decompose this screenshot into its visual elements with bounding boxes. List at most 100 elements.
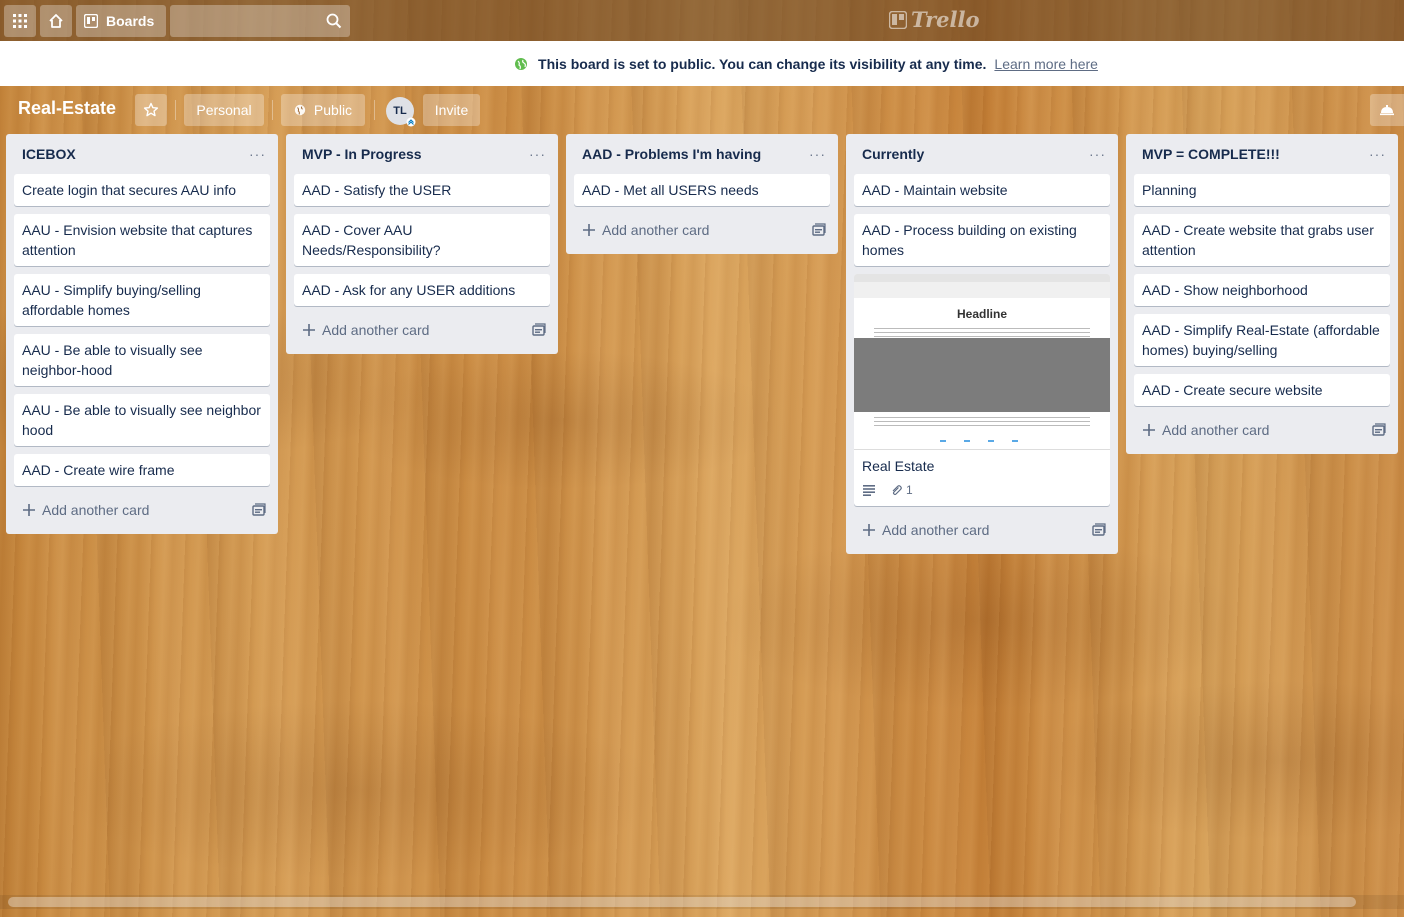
add-card-button[interactable]: Add another card	[862, 522, 989, 538]
add-card-row: Add another card	[1134, 414, 1390, 446]
home-button[interactable]	[40, 4, 72, 37]
list-title[interactable]: ICEBOX	[22, 146, 76, 162]
visibility-label: Public	[313, 102, 353, 118]
cover-footer-lines	[874, 417, 1090, 427]
add-card-button[interactable]: Add another card	[22, 502, 149, 518]
star-button[interactable]	[135, 94, 167, 126]
header-divider	[175, 100, 176, 120]
board-header: Real-Estate Personal Public TL Invite	[0, 86, 1404, 134]
add-card-label: Add another card	[42, 502, 150, 518]
logo-text: Trello	[911, 7, 980, 32]
card[interactable]: AAU - Be able to visually see neighbor h…	[14, 394, 270, 446]
card[interactable]: AAD - Create website that grabs user att…	[1134, 214, 1390, 266]
card[interactable]: AAD - Met all USERS needs	[574, 174, 830, 206]
cover-nav-links	[940, 440, 1030, 442]
visibility-button[interactable]: Public	[281, 94, 365, 126]
admin-chevron-icon	[406, 117, 416, 127]
add-card-row: Add another card	[14, 494, 270, 526]
list-mvp-complete: MVP = COMPLETE!!! ··· Planning AAD - Cre…	[1126, 134, 1398, 454]
add-card-row: Add another card	[854, 514, 1110, 546]
list-header: MVP - In Progress ···	[294, 134, 550, 174]
add-card-button[interactable]: Add another card	[302, 322, 429, 338]
list-title[interactable]: MVP - In Progress	[302, 146, 422, 162]
card[interactable]: AAU - Simplify buying/selling affordable…	[14, 274, 270, 326]
card[interactable]: AAU - Be able to visually see neighbor-h…	[14, 334, 270, 386]
card[interactable]: Planning	[1134, 174, 1390, 206]
list-menu-button[interactable]: ···	[1089, 146, 1106, 162]
template-icon[interactable]	[1092, 523, 1106, 537]
attachment-count: 1	[906, 483, 913, 497]
search-icon	[326, 13, 342, 28]
list-header: AAD - Problems I'm having ···	[574, 134, 830, 174]
list-menu-button[interactable]: ···	[249, 146, 266, 162]
template-icon[interactable]	[812, 223, 826, 237]
show-menu-button[interactable]	[1370, 94, 1404, 126]
add-card-label: Add another card	[1162, 422, 1270, 438]
list-menu-button[interactable]: ···	[809, 146, 826, 162]
list-title[interactable]: Currently	[862, 146, 924, 162]
home-icon	[49, 13, 63, 28]
card[interactable]: AAD - Cover AAU Needs/Responsibility?	[294, 214, 550, 266]
template-icon[interactable]	[532, 323, 546, 337]
add-card-label: Add another card	[322, 322, 430, 338]
team-label: Personal	[196, 102, 252, 118]
list-title[interactable]: AAD - Problems I'm having	[582, 146, 761, 162]
card[interactable]: AAD - Process building on existing homes	[854, 214, 1110, 266]
card-body: Real Estate 1	[854, 450, 1110, 506]
list-menu-button[interactable]: ···	[1369, 146, 1386, 162]
list-menu-button[interactable]: ···	[529, 146, 546, 162]
list-currently: Currently ··· AAD - Maintain website AAD…	[846, 134, 1118, 554]
cover-browser-chrome	[854, 274, 1110, 282]
boards-button[interactable]: Boards	[76, 4, 167, 37]
template-icon[interactable]	[252, 503, 266, 517]
member-initials: TL	[393, 105, 407, 117]
cover-text-lines	[874, 328, 1090, 338]
attachment-badge: 1	[890, 480, 913, 500]
search-input[interactable]	[170, 4, 351, 37]
learn-more-link[interactable]: Learn more here	[994, 56, 1098, 72]
add-card-label: Add another card	[602, 222, 710, 238]
top-navigation-bar: Boards Trello	[0, 0, 1404, 41]
show-menu-icon	[1380, 105, 1394, 116]
cover-headline: Headline	[956, 307, 1007, 321]
card[interactable]: AAD - Create wire frame	[14, 454, 270, 486]
team-button[interactable]: Personal	[184, 94, 264, 126]
invite-button[interactable]: Invite	[423, 94, 480, 126]
card[interactable]: Create login that secures AAU info	[14, 174, 270, 206]
plus-icon	[23, 504, 35, 516]
globe-icon	[294, 104, 306, 116]
plus-icon	[303, 324, 315, 336]
list-header: ICEBOX ···	[14, 134, 270, 174]
add-card-row: Add another card	[294, 314, 550, 346]
globe-icon	[515, 57, 528, 70]
horizontal-scrollbar-thumb[interactable]	[8, 897, 1356, 907]
card[interactable]: AAD - Satisfy the USER	[294, 174, 550, 206]
template-icon[interactable]	[1372, 423, 1386, 437]
plus-icon	[1143, 424, 1155, 436]
description-icon	[863, 485, 875, 496]
add-card-button[interactable]: Add another card	[1142, 422, 1269, 438]
description-badge	[862, 484, 876, 496]
add-card-button[interactable]: Add another card	[582, 222, 709, 238]
list-problems: AAD - Problems I'm having ··· AAD - Met …	[566, 134, 838, 254]
card[interactable]: AAD - Create secure website	[1134, 374, 1390, 406]
apps-button[interactable]	[4, 4, 36, 37]
card[interactable]: AAD - Show neighborhood	[1134, 274, 1390, 306]
trello-logo[interactable]: Trello	[889, 7, 980, 32]
card[interactable]: AAD - Simplify Real-Estate (affordable h…	[1134, 314, 1390, 366]
plus-icon	[863, 524, 875, 536]
card[interactable]: AAD - Maintain website	[854, 174, 1110, 206]
card-title: Real Estate	[862, 458, 935, 474]
card[interactable]: AAU - Envision website that captures att…	[14, 214, 270, 266]
trello-logo-icon	[889, 10, 907, 29]
board-title[interactable]: Real-Estate	[18, 98, 116, 119]
apps-icon	[13, 13, 27, 28]
boards-label: Boards	[106, 12, 155, 29]
card[interactable]: AAD - Ask for any USER additions	[294, 274, 550, 306]
add-card-row: Add another card	[574, 214, 830, 246]
member-avatar[interactable]: TL	[386, 97, 416, 127]
list-title[interactable]: MVP = COMPLETE!!!	[1142, 146, 1280, 162]
card-with-cover[interactable]: Headline Real Estate 1	[854, 274, 1110, 506]
boards-icon	[84, 13, 98, 28]
card-cover-image: Headline	[854, 274, 1110, 450]
